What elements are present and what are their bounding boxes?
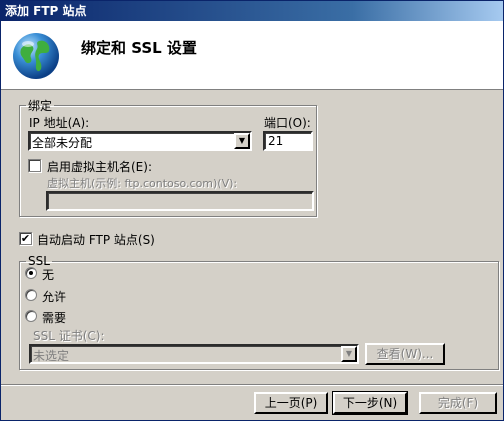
add-ftp-site-dialog: 添加 FTP 站点 绑定和 SSL 设置 绑定 IP 地址(A): 全部未分配 … — [0, 0, 504, 421]
ip-address-label: IP 地址(A): — [29, 116, 90, 130]
ssl-option-allow-label: 允许 — [42, 290, 67, 304]
footer-divider — [1, 384, 503, 386]
auto-start-label: 自动启动 FTP 站点(S) — [37, 233, 155, 247]
ssl-option-none-label: 无 — [42, 268, 55, 282]
ssl-cert-value: 未选定 — [33, 349, 70, 363]
ssl-option-allow-radio[interactable] — [25, 289, 37, 301]
view-cert-button[interactable]: 查看(W)... — [365, 343, 445, 365]
window-title: 添加 FTP 站点 — [1, 1, 503, 21]
ssl-option-require-radio[interactable] — [25, 310, 37, 322]
ip-address-select[interactable]: 全部未分配 ▼ — [28, 131, 252, 151]
ssl-option-none-radio[interactable] — [25, 267, 37, 279]
virtual-host-checkbox-label: 启用虚拟主机名(E): — [47, 160, 152, 174]
port-field[interactable]: 21 — [263, 131, 313, 151]
ssl-cert-label: SSL 证书(C): — [33, 329, 105, 343]
page-title: 绑定和 SSL 设置 — [81, 39, 197, 57]
next-button[interactable]: 下一步(N) — [332, 391, 408, 415]
ssl-option-require-label: 需要 — [42, 311, 67, 325]
auto-start-checkbox[interactable]: ✔ — [19, 232, 32, 245]
virtual-host-field[interactable] — [46, 191, 314, 211]
ip-address-value: 全部未分配 — [32, 136, 93, 150]
binding-group-label: 绑定 — [28, 99, 53, 113]
ssl-cert-select[interactable]: 未选定 ▼ — [29, 344, 359, 364]
globe-icon — [13, 33, 59, 79]
chevron-down-icon[interactable]: ▼ — [234, 133, 250, 149]
wizard-header: 绑定和 SSL 设置 — [1, 21, 503, 90]
chevron-down-icon[interactable]: ▼ — [341, 346, 357, 362]
virtual-host-label: 虚拟主机(示例: ftp.contoso.com)(V): — [47, 177, 238, 190]
finish-button[interactable]: 完成(F) — [419, 392, 497, 414]
virtual-host-checkbox[interactable] — [28, 159, 41, 172]
prev-button[interactable]: 上一页(P) — [254, 392, 328, 414]
port-label: 端口(O): — [264, 116, 311, 130]
